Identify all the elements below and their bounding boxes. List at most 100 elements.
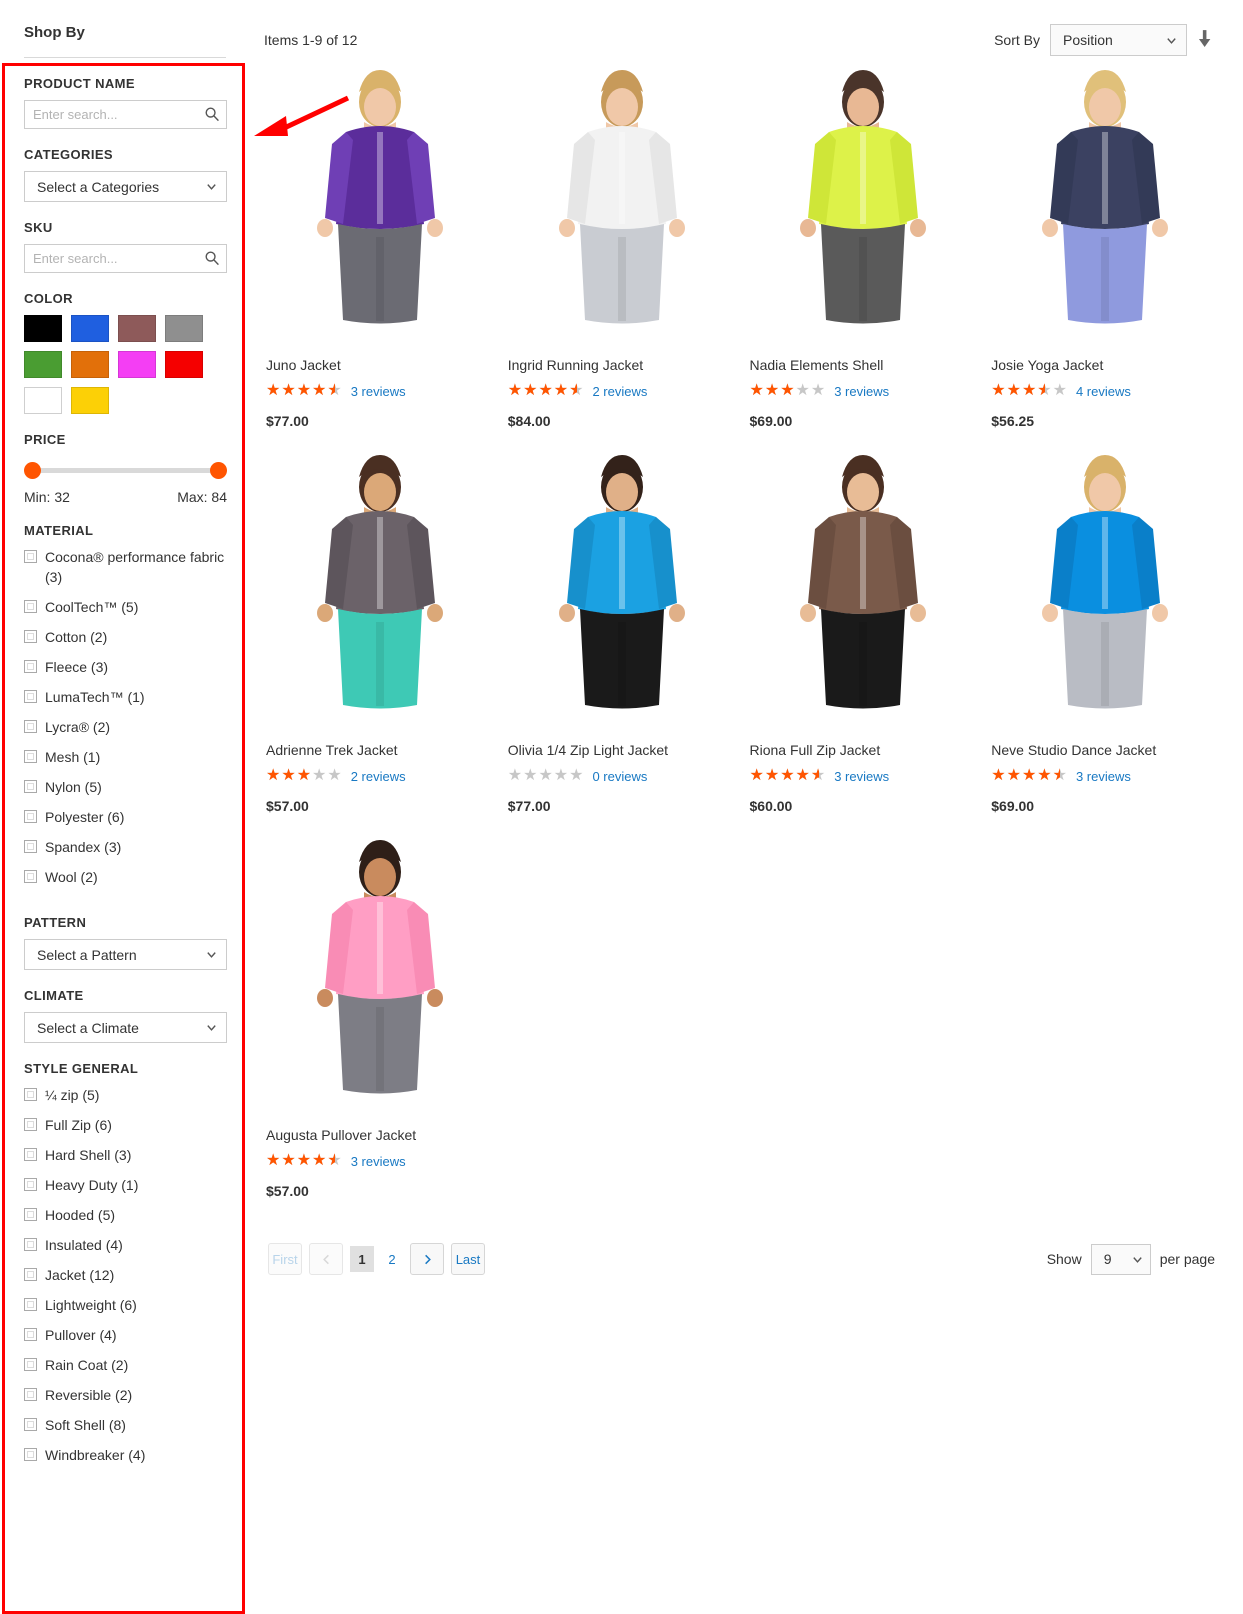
- product-card[interactable]: Adrienne Trek Jacket ★★★★★ ★★★★★ 2 revie…: [266, 447, 508, 832]
- product-card[interactable]: Riona Full Zip Jacket ★★★★★ ★★★★★ 3 revi…: [749, 447, 992, 832]
- checkbox-icon[interactable]: [24, 750, 37, 763]
- checkbox-icon[interactable]: [24, 600, 37, 613]
- checkbox-icon[interactable]: [24, 550, 37, 563]
- climate-select[interactable]: Select a Climate: [24, 1012, 227, 1043]
- material-option[interactable]: CoolTech™ (5): [24, 597, 229, 617]
- style-general-option[interactable]: Heavy Duty (1): [24, 1175, 229, 1195]
- product-image[interactable]: [507, 447, 736, 741]
- product-image[interactable]: [991, 62, 1219, 356]
- color-swatch-gray[interactable]: [165, 315, 203, 342]
- review-count-link[interactable]: 0 reviews: [592, 769, 647, 784]
- style-general-option[interactable]: ¼ zip (5): [24, 1085, 229, 1105]
- review-count-link[interactable]: 2 reviews: [351, 769, 406, 784]
- pattern-select[interactable]: Select a Pattern: [24, 939, 227, 970]
- material-option[interactable]: Wool (2): [24, 867, 229, 887]
- pagination-page-2[interactable]: 2: [381, 1243, 403, 1275]
- checkbox-icon[interactable]: [24, 1118, 37, 1131]
- product-card[interactable]: Nadia Elements Shell ★★★★★ ★★★★★ 3 revie…: [749, 62, 992, 447]
- checkbox-icon[interactable]: [24, 840, 37, 853]
- material-option[interactable]: Spandex (3): [24, 837, 229, 857]
- product-name-link[interactable]: Ingrid Running Jacket: [508, 357, 643, 373]
- material-option[interactable]: Cocona® performance fabric (3): [24, 547, 229, 587]
- product-name-link[interactable]: Olivia 1/4 Zip Light Jacket: [508, 742, 668, 758]
- product-name-link[interactable]: Juno Jacket: [266, 357, 341, 373]
- checkbox-icon[interactable]: [24, 1268, 37, 1281]
- product-card[interactable]: Olivia 1/4 Zip Light Jacket ★★★★★ ★★★★★ …: [507, 447, 750, 832]
- product-image[interactable]: [749, 447, 978, 741]
- checkbox-icon[interactable]: [24, 1148, 37, 1161]
- product-name-link[interactable]: Adrienne Trek Jacket: [266, 742, 398, 758]
- style-general-option[interactable]: Rain Coat (2): [24, 1355, 229, 1375]
- style-general-option[interactable]: Lightweight (6): [24, 1295, 229, 1315]
- checkbox-icon[interactable]: [24, 720, 37, 733]
- review-count-link[interactable]: 3 reviews: [834, 769, 889, 784]
- product-image[interactable]: [749, 62, 978, 356]
- color-swatch-black[interactable]: [24, 315, 62, 342]
- product-name-link[interactable]: Riona Full Zip Jacket: [750, 742, 881, 758]
- product-card[interactable]: Josie Yoga Jacket ★★★★★ ★★★★★ 4 reviews $…: [991, 62, 1233, 447]
- chevron-right-icon[interactable]: [410, 1243, 444, 1275]
- material-option[interactable]: Lycra® (2): [24, 717, 229, 737]
- color-swatch-white[interactable]: [24, 387, 62, 414]
- search-icon[interactable]: [204, 106, 220, 122]
- color-swatch-green[interactable]: [24, 351, 62, 378]
- product-image[interactable]: [266, 447, 494, 741]
- pagination-last-button[interactable]: Last: [451, 1243, 485, 1275]
- review-count-link[interactable]: 3 reviews: [834, 384, 889, 399]
- checkbox-icon[interactable]: [24, 1238, 37, 1251]
- product-image[interactable]: [266, 832, 494, 1126]
- material-option[interactable]: Fleece (3): [24, 657, 229, 677]
- checkbox-icon[interactable]: [24, 1178, 37, 1191]
- chevron-left-icon[interactable]: [309, 1243, 343, 1275]
- checkbox-icon[interactable]: [24, 1208, 37, 1221]
- style-general-option[interactable]: Soft Shell (8): [24, 1415, 229, 1435]
- color-swatch-magenta[interactable]: [118, 351, 156, 378]
- checkbox-icon[interactable]: [24, 1358, 37, 1371]
- review-count-link[interactable]: 2 reviews: [592, 384, 647, 399]
- checkbox-icon[interactable]: [24, 1388, 37, 1401]
- product-name-link[interactable]: Josie Yoga Jacket: [991, 357, 1103, 373]
- color-swatch-orange[interactable]: [71, 351, 109, 378]
- style-general-option[interactable]: Pullover (4): [24, 1325, 229, 1345]
- arrow-down-icon[interactable]: [1197, 29, 1215, 52]
- color-swatch-blue[interactable]: [71, 315, 109, 342]
- sort-by-select[interactable]: Position: [1050, 24, 1187, 56]
- material-option[interactable]: Cotton (2): [24, 627, 229, 647]
- product-card[interactable]: Juno Jacket ★★★★★ ★★★★★ 3 reviews $77.00: [266, 62, 508, 447]
- product-name-search-input[interactable]: [24, 100, 227, 129]
- checkbox-icon[interactable]: [24, 1418, 37, 1431]
- checkbox-icon[interactable]: [24, 690, 37, 703]
- product-image[interactable]: [507, 62, 736, 356]
- checkbox-icon[interactable]: [24, 1088, 37, 1101]
- product-name-link[interactable]: Neve Studio Dance Jacket: [991, 742, 1156, 758]
- pagination-page-current[interactable]: 1: [350, 1246, 374, 1272]
- product-card[interactable]: Neve Studio Dance Jacket ★★★★★ ★★★★★ 3 r…: [991, 447, 1233, 832]
- color-swatch-red[interactable]: [165, 351, 203, 378]
- categories-select[interactable]: Select a Categories: [24, 171, 227, 202]
- review-count-link[interactable]: 3 reviews: [1076, 769, 1131, 784]
- product-card[interactable]: Augusta Pullover Jacket ★★★★★ ★★★★★ 3 re…: [266, 832, 508, 1217]
- sku-search-input[interactable]: [24, 244, 227, 273]
- material-option[interactable]: Polyester (6): [24, 807, 229, 827]
- checkbox-icon[interactable]: [24, 1298, 37, 1311]
- review-count-link[interactable]: 4 reviews: [1076, 384, 1131, 399]
- checkbox-icon[interactable]: [24, 780, 37, 793]
- style-general-option[interactable]: Insulated (4): [24, 1235, 229, 1255]
- checkbox-icon[interactable]: [24, 810, 37, 823]
- product-image[interactable]: [266, 62, 494, 356]
- search-icon[interactable]: [204, 250, 220, 266]
- checkbox-icon[interactable]: [24, 1328, 37, 1341]
- style-general-option[interactable]: Hooded (5): [24, 1205, 229, 1225]
- color-swatch-brown[interactable]: [118, 315, 156, 342]
- checkbox-icon[interactable]: [24, 630, 37, 643]
- style-general-option[interactable]: Reversible (2): [24, 1385, 229, 1405]
- review-count-link[interactable]: 3 reviews: [351, 1154, 406, 1169]
- checkbox-icon[interactable]: [24, 660, 37, 673]
- style-general-option[interactable]: Hard Shell (3): [24, 1145, 229, 1165]
- style-general-option[interactable]: Jacket (12): [24, 1265, 229, 1285]
- checkbox-icon[interactable]: [24, 870, 37, 883]
- checkbox-icon[interactable]: [24, 1448, 37, 1461]
- product-name-link[interactable]: Augusta Pullover Jacket: [266, 1127, 416, 1143]
- product-name-link[interactable]: Nadia Elements Shell: [750, 357, 884, 373]
- review-count-link[interactable]: 3 reviews: [351, 384, 406, 399]
